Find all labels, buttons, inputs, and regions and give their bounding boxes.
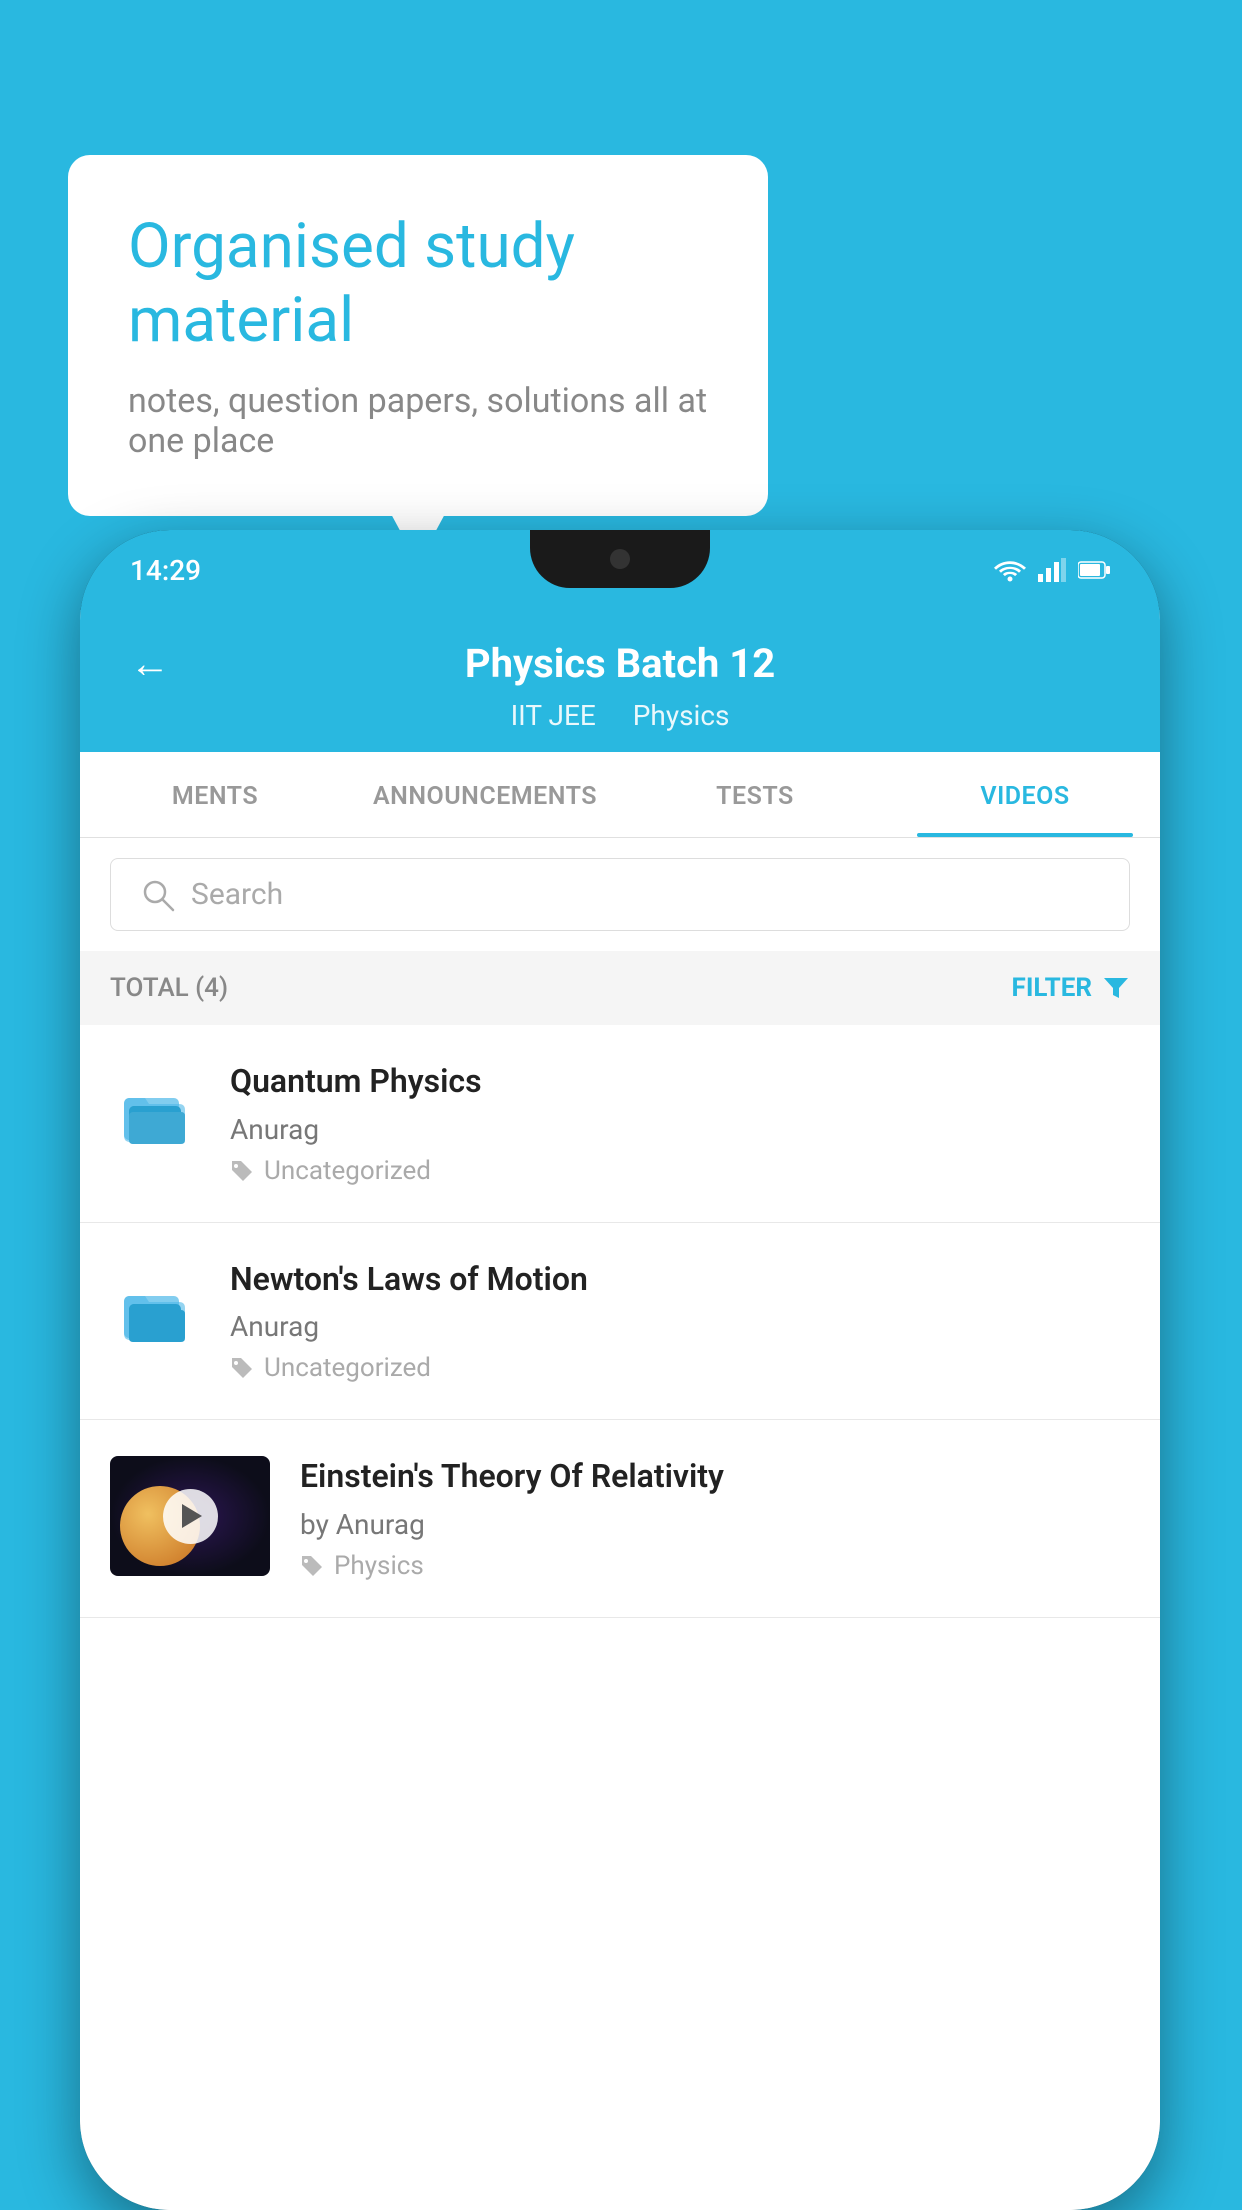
tag-label: Uncategorized: [264, 1353, 431, 1383]
video-tag: Uncategorized: [230, 1156, 1130, 1186]
filter-row: TOTAL (4) FILTER: [80, 951, 1160, 1025]
tab-videos[interactable]: VIDEOS: [890, 752, 1160, 837]
tab-announcements[interactable]: ANNOUNCEMENTS: [350, 752, 620, 837]
tag-icon: [230, 1356, 254, 1380]
status-bar: 14:29: [80, 530, 1160, 610]
bubble-subtitle: notes, question papers, solutions all at…: [128, 381, 708, 461]
total-count: TOTAL (4): [110, 973, 228, 1003]
folder-icon-container: [110, 1069, 200, 1159]
list-item[interactable]: Einstein's Theory Of Relativity by Anura…: [80, 1420, 1160, 1618]
phone-frame: 14:29: [80, 530, 1160, 2210]
tab-tests[interactable]: TESTS: [620, 752, 890, 837]
play-triangle-icon: [182, 1504, 202, 1528]
search-bar[interactable]: Search: [110, 858, 1130, 931]
video-info: Quantum Physics Anurag Uncategorized: [230, 1061, 1130, 1186]
subtitle-subject: Physics: [633, 699, 730, 732]
tab-bar: MENTS ANNOUNCEMENTS TESTS VIDEOS: [80, 752, 1160, 838]
video-info: Einstein's Theory Of Relativity by Anura…: [300, 1456, 1130, 1581]
wifi-icon: [994, 558, 1026, 582]
phone-notch: [530, 530, 710, 588]
video-author: by Anurag: [300, 1508, 1130, 1541]
video-tag: Uncategorized: [230, 1353, 1130, 1383]
status-time: 14:29: [130, 554, 201, 587]
video-title: Quantum Physics: [230, 1061, 1130, 1103]
video-list: Quantum Physics Anurag Uncategorized: [80, 1025, 1160, 2210]
speech-bubble: Organised study material notes, question…: [68, 155, 768, 516]
tag-icon: [230, 1159, 254, 1183]
status-icons: [994, 558, 1110, 582]
video-author: Anurag: [230, 1310, 1130, 1343]
video-title: Einstein's Theory Of Relativity: [300, 1456, 1130, 1498]
folder-icon: [119, 1078, 191, 1150]
tag-label: Physics: [334, 1551, 424, 1581]
battery-icon: [1078, 560, 1110, 580]
back-button[interactable]: ←: [130, 640, 170, 687]
video-author: Anurag: [230, 1113, 1130, 1146]
front-camera: [610, 549, 630, 569]
list-item[interactable]: Newton's Laws of Motion Anurag Uncategor…: [80, 1223, 1160, 1421]
folder-icon: [119, 1276, 191, 1348]
list-item[interactable]: Quantum Physics Anurag Uncategorized: [80, 1025, 1160, 1223]
folder-icon-container: [110, 1267, 200, 1357]
subtitle-iit: IIT JEE: [511, 699, 596, 732]
filter-label: FILTER: [1012, 973, 1092, 1003]
search-container: Search: [80, 838, 1160, 951]
speech-bubble-container: Organised study material notes, question…: [68, 155, 768, 516]
video-tag: Physics: [300, 1551, 1130, 1581]
signal-icon: [1038, 558, 1066, 582]
tag-icon: [300, 1554, 324, 1578]
page-title: Physics Batch 12: [190, 640, 1050, 687]
screen-content: ← Physics Batch 12 IIT JEE Physics MENTS…: [80, 610, 1160, 2210]
video-thumbnail: [110, 1456, 270, 1576]
bubble-title: Organised study material: [128, 210, 708, 359]
play-button[interactable]: [163, 1489, 218, 1544]
video-title: Newton's Laws of Motion: [230, 1259, 1130, 1301]
header-subtitle: IIT JEE Physics: [130, 699, 1110, 732]
search-icon: [141, 878, 175, 912]
tag-label: Uncategorized: [264, 1156, 431, 1186]
tab-ments[interactable]: MENTS: [80, 752, 350, 837]
app-header: ← Physics Batch 12 IIT JEE Physics: [80, 610, 1160, 752]
video-info: Newton's Laws of Motion Anurag Uncategor…: [230, 1259, 1130, 1384]
search-input[interactable]: Search: [191, 877, 283, 912]
filter-icon: [1102, 974, 1130, 1002]
filter-button[interactable]: FILTER: [1012, 973, 1130, 1003]
